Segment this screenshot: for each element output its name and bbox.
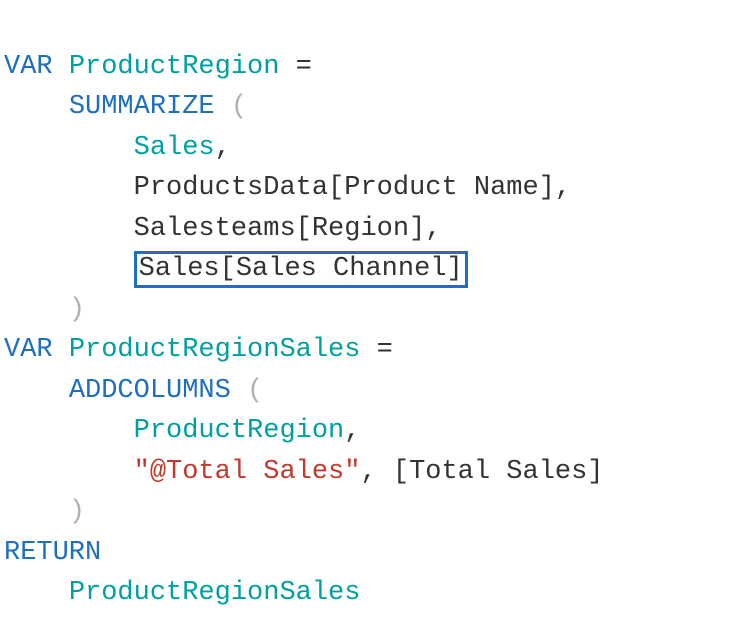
measure-totalsales: [Total Sales] — [393, 457, 604, 487]
equals-sign: = — [360, 335, 392, 365]
equals-sign: = — [279, 52, 311, 82]
var-name-productregion: ProductRegion — [69, 52, 280, 82]
return-value: ProductRegionSales — [69, 578, 361, 608]
ref-productregion: ProductRegion — [134, 416, 345, 446]
col-saleschannel: Sales[Sales Channel] — [139, 254, 463, 284]
close-paren: ) — [69, 295, 85, 325]
var-name-productregionsales: ProductRegionSales — [69, 335, 361, 365]
close-paren: ) — [69, 497, 85, 527]
highlighted-column: Sales[Sales Channel] — [134, 251, 468, 288]
string-totalsales: "@Total Sales" — [134, 457, 361, 487]
table-sales: Sales — [134, 133, 215, 163]
comma: , — [344, 416, 360, 446]
comma: , — [215, 133, 231, 163]
col-region: Salesteams[Region] — [134, 214, 426, 244]
comma: , — [425, 214, 441, 244]
keyword-return: RETURN — [4, 538, 101, 568]
open-paren: ( — [231, 92, 247, 122]
open-paren: ( — [247, 376, 263, 406]
comma: , — [555, 173, 571, 203]
keyword-var: VAR — [4, 52, 53, 82]
col-productname: ProductsData[Product Name] — [134, 173, 555, 203]
comma: , — [360, 457, 376, 487]
func-addcolumns: ADDCOLUMNS — [69, 376, 231, 406]
keyword-var: VAR — [4, 335, 53, 365]
func-summarize: SUMMARIZE — [69, 92, 215, 122]
dax-code-block: VAR ProductRegion = SUMMARIZE ( Sales, P… — [0, 0, 754, 620]
